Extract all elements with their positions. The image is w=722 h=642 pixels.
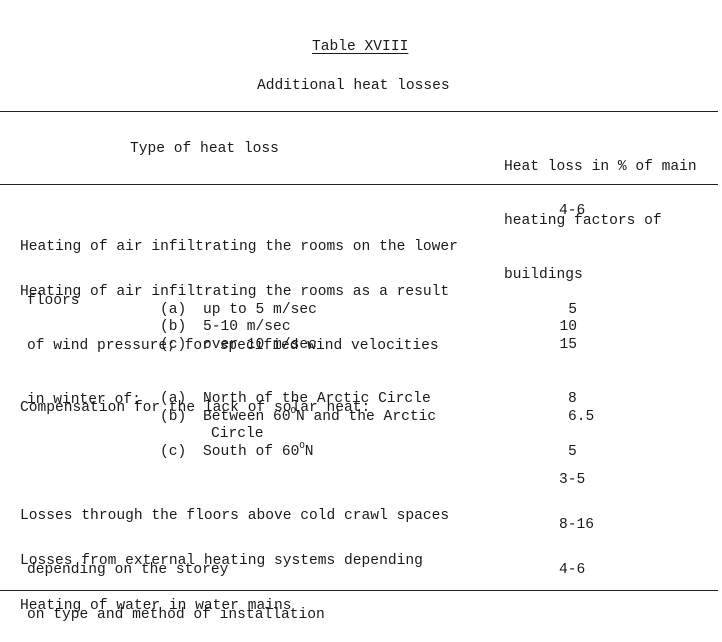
table-row: Heating of water in water mains: [20, 561, 292, 633]
header-line: Heat loss in % of main: [504, 159, 697, 175]
subitem-label: (c): [160, 337, 187, 353]
subitem-label: (a): [160, 302, 187, 318]
subitem-text: South of 60ON: [203, 441, 314, 460]
subitem-text-continuation: Circle: [211, 426, 264, 442]
degree-superscript: O: [290, 406, 296, 417]
subitem-text: over 10 m/sec: [203, 337, 317, 353]
table-subtitle: Additional heat losses: [257, 78, 450, 94]
subitem-value: 15: [559, 337, 577, 353]
row-value: 4-6: [559, 562, 586, 578]
header-heat-loss-percent: Heat loss in % of main heating factors o…: [504, 122, 697, 302]
subitem-value: 10: [559, 319, 577, 335]
top-rule: [0, 111, 718, 112]
row-line: Heating of air infiltrating the rooms as…: [20, 284, 450, 300]
subitem-text: 5-10 m/sec: [203, 319, 291, 335]
subitem-value: 6.5: [568, 409, 595, 425]
subitem-label: (b): [160, 409, 187, 425]
header-line: buildings: [504, 267, 583, 283]
subitem-value: 5: [568, 302, 577, 318]
subitem-label: (a): [160, 391, 187, 407]
row-line: Heating of water in water mains: [20, 598, 292, 614]
row-value: 4-6: [559, 203, 586, 219]
subitem-label: (b): [160, 319, 187, 335]
header-line: heating factors of: [504, 213, 662, 229]
subitem-text: North of the Arctic Circle: [203, 391, 431, 407]
row-value: 8-16: [559, 517, 595, 533]
subitem-text: up to 5 m/sec: [203, 302, 317, 318]
subitem-label: (c): [160, 444, 187, 460]
table-title: Table XVIII: [312, 39, 409, 55]
degree-superscript: O: [299, 441, 305, 452]
header-rule: [0, 184, 718, 185]
bottom-rule: [0, 590, 718, 591]
subitem-value: 8: [568, 391, 577, 407]
subitem-text: Between 60ON and the Arctic: [203, 406, 437, 425]
row-value: 3-5: [559, 472, 586, 488]
header-type-of-heat-loss: Type of heat loss: [130, 141, 279, 157]
subitem-value: 5: [568, 444, 577, 460]
